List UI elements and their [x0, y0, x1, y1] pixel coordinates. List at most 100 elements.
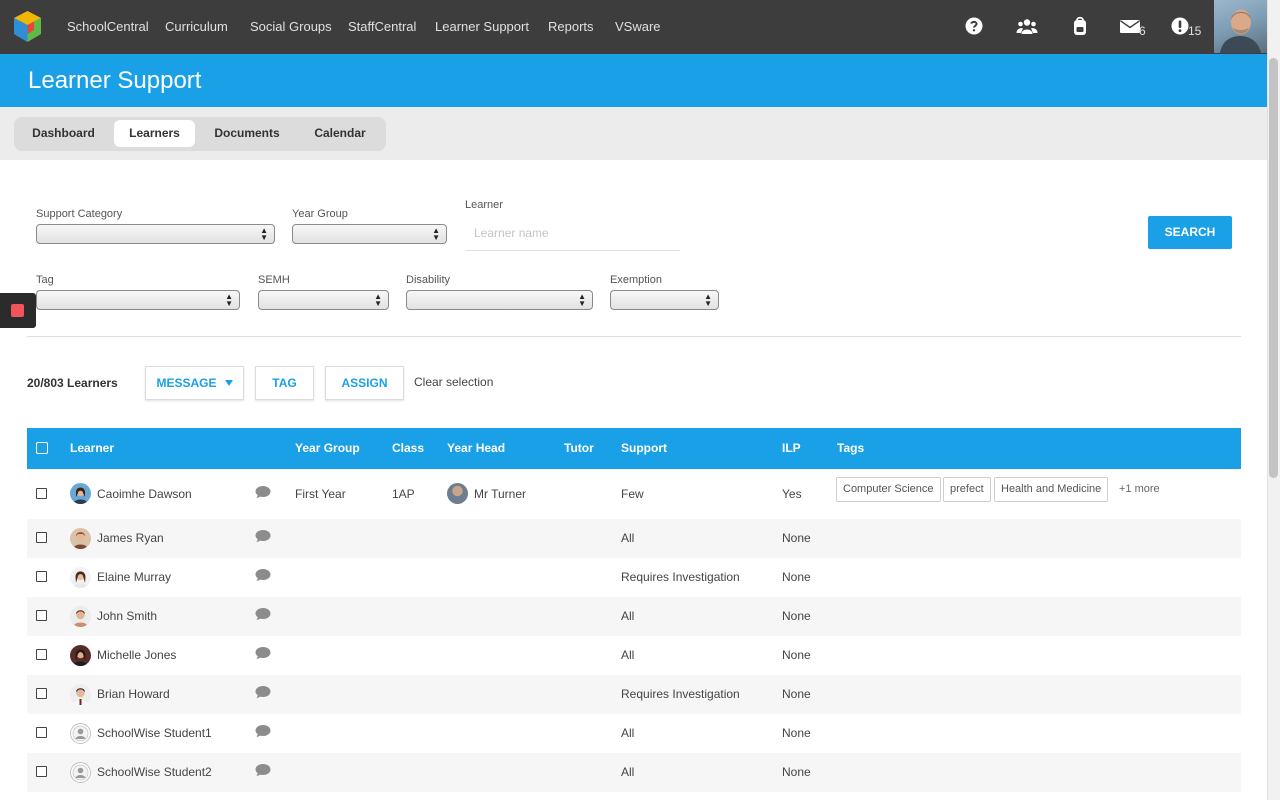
more-tags-link[interactable]: +1 more: [1119, 483, 1160, 495]
table-row[interactable]: Elaine Murray Requires Investigation Non…: [27, 558, 1241, 597]
row-checkbox[interactable]: [36, 610, 47, 621]
col-ilp[interactable]: ILP: [782, 441, 801, 455]
learner-label: Learner: [465, 199, 503, 211]
row-checkbox[interactable]: [36, 488, 47, 499]
learner-name[interactable]: Michelle Jones: [97, 648, 176, 662]
nav-social-groups[interactable]: Social Groups: [250, 19, 332, 34]
col-support[interactable]: Support: [621, 441, 667, 455]
nav-learner-support[interactable]: Learner Support: [435, 19, 529, 34]
disability-select[interactable]: ▲ ▼: [406, 290, 593, 310]
tag-chip[interactable]: prefect: [943, 477, 991, 502]
col-tags[interactable]: Tags: [837, 441, 864, 455]
table-row[interactable]: SchoolWise Student2 All None: [27, 753, 1241, 792]
tab-calendar[interactable]: Calendar: [299, 120, 381, 147]
table-row[interactable]: Brian Howard Requires Investigation None: [27, 675, 1241, 714]
ilp-cell: None: [782, 531, 811, 545]
learner-avatar-icon[interactable]: [70, 684, 91, 705]
default-avatar-icon[interactable]: [70, 762, 91, 783]
nav-reports[interactable]: Reports: [548, 19, 594, 34]
learner-name[interactable]: SchoolWise Student1: [97, 726, 212, 740]
col-learner[interactable]: Learner: [70, 441, 114, 455]
nav-vsware[interactable]: VSware: [615, 19, 661, 34]
table-row[interactable]: Caoimhe Dawson First Year 1AP Mr Turner …: [27, 469, 1241, 519]
table-row[interactable]: John Smith All None: [27, 597, 1241, 636]
learner-avatar-icon[interactable]: [70, 483, 91, 504]
nav-curriculum[interactable]: Curriculum: [165, 19, 228, 34]
col-class[interactable]: Class: [392, 441, 424, 455]
exemption-select[interactable]: ▲ ▼: [610, 290, 719, 310]
caret-down-icon: [224, 380, 233, 386]
learner-name[interactable]: SchoolWise Student2: [97, 765, 212, 779]
tab-learners[interactable]: Learners: [114, 120, 195, 147]
top-navbar: SchoolCentral Curriculum Social Groups S…: [0, 0, 1280, 54]
filter-divider: [27, 336, 1241, 337]
col-year-head[interactable]: Year Head: [447, 441, 505, 455]
row-checkbox[interactable]: [36, 649, 47, 660]
nav-staffcentral[interactable]: StaffCentral: [348, 19, 416, 34]
ilp-cell: None: [782, 765, 811, 779]
learner-avatar-icon[interactable]: [70, 645, 91, 666]
learner-name[interactable]: John Smith: [97, 609, 157, 623]
groups-icon[interactable]: [1016, 15, 1038, 37]
help-icon[interactable]: [963, 15, 985, 37]
table-header: Learner Year Group Class Year Head Tutor…: [27, 428, 1241, 469]
assign-button[interactable]: ASSIGN: [325, 366, 404, 400]
tag-label: Tag: [36, 274, 54, 286]
tab-dashboard[interactable]: Dashboard: [18, 120, 109, 147]
exemption-label: Exemption: [610, 274, 662, 286]
learner-name[interactable]: James Ryan: [97, 531, 164, 545]
tag-select[interactable]: ▲ ▼: [36, 290, 240, 310]
school-logo-icon[interactable]: [11, 10, 44, 43]
backpack-icon[interactable]: [1069, 15, 1091, 37]
row-checkbox[interactable]: [36, 571, 47, 582]
side-panel-toggle[interactable]: [0, 293, 36, 328]
comment-icon[interactable]: [255, 763, 271, 777]
tag-chip[interactable]: Computer Science: [836, 477, 941, 502]
learner-avatar-icon[interactable]: [70, 567, 91, 588]
tag-button[interactable]: TAG: [255, 366, 314, 400]
learner-avatar-icon[interactable]: [70, 528, 91, 549]
alert-count: 15: [1188, 24, 1202, 38]
default-avatar-icon[interactable]: [70, 723, 91, 744]
tag-chip[interactable]: Health and Medicine: [994, 477, 1109, 502]
nav-schoolcentral[interactable]: SchoolCentral: [67, 19, 149, 34]
user-photo-icon: [1220, 9, 1261, 53]
comment-icon[interactable]: [255, 568, 271, 582]
comment-icon[interactable]: [255, 485, 271, 499]
comment-icon[interactable]: [255, 724, 271, 738]
row-checkbox[interactable]: [36, 532, 47, 543]
table-row[interactable]: Michelle Jones All None: [27, 636, 1241, 675]
learner-name-input[interactable]: [465, 215, 680, 251]
message-button[interactable]: MESSAGE: [145, 366, 244, 400]
row-checkbox[interactable]: [36, 688, 47, 699]
semh-select[interactable]: ▲ ▼: [258, 290, 389, 310]
year-group-select[interactable]: ▲ ▼: [292, 224, 447, 244]
learner-name[interactable]: Brian Howard: [97, 687, 170, 701]
row-checkbox[interactable]: [36, 766, 47, 777]
ilp-cell: Yes: [782, 487, 802, 501]
comment-icon[interactable]: [255, 607, 271, 621]
col-tutor[interactable]: Tutor: [564, 441, 594, 455]
table-row[interactable]: James Ryan All None: [27, 519, 1241, 558]
clear-selection-link[interactable]: Clear selection: [414, 375, 493, 389]
tab-documents[interactable]: Documents: [200, 120, 294, 147]
row-checkbox[interactable]: [36, 727, 47, 738]
search-button[interactable]: SEARCH: [1148, 216, 1232, 249]
col-year-group[interactable]: Year Group: [295, 441, 360, 455]
select-arrows-icon: ▲ ▼: [704, 292, 712, 308]
learner-name[interactable]: Caoimhe Dawson: [97, 487, 192, 501]
table-row[interactable]: SchoolWise Student1 All None: [27, 714, 1241, 753]
comment-icon[interactable]: [255, 685, 271, 699]
mail-icon[interactable]: [1119, 15, 1141, 37]
comment-icon[interactable]: [255, 529, 271, 543]
select-all-checkbox[interactable]: [36, 442, 48, 454]
learner-name[interactable]: Elaine Murray: [97, 570, 171, 584]
select-arrows-icon: ▲ ▼: [225, 292, 233, 308]
support-cell: All: [621, 609, 635, 623]
user-avatar[interactable]: [1214, 0, 1267, 53]
scrollbar-thumb[interactable]: [1269, 58, 1278, 478]
learner-avatar-icon[interactable]: [70, 606, 91, 627]
year-group-cell: First Year: [295, 487, 346, 501]
support-category-select[interactable]: ▲ ▼: [36, 224, 275, 244]
comment-icon[interactable]: [255, 646, 271, 660]
